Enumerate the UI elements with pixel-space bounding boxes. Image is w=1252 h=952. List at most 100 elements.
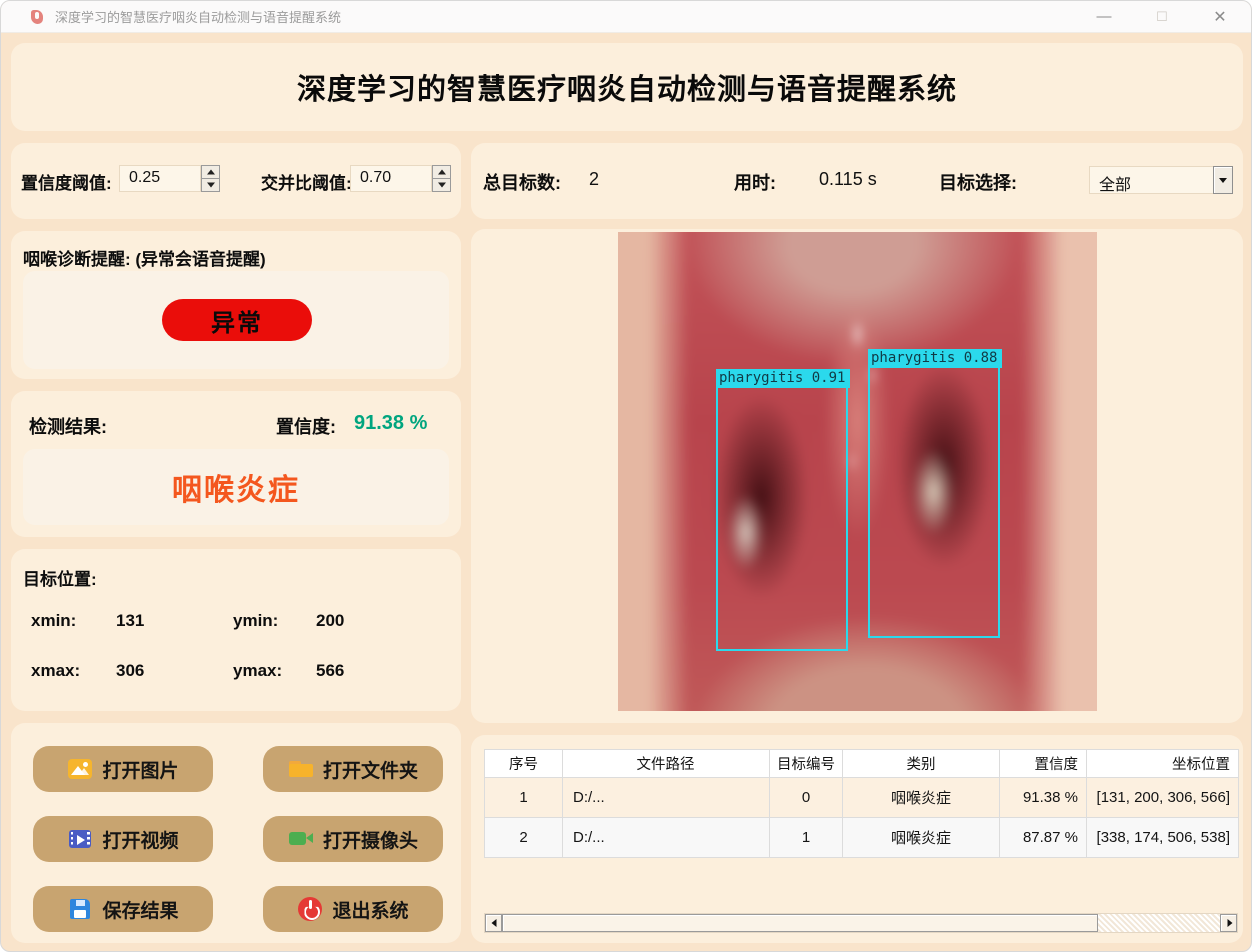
minimize-button[interactable]: — [1075,1,1133,32]
folder-icon [288,756,314,782]
time-label: 用时: [734,173,776,193]
target-select-dropdown[interactable]: 全部 [1089,166,1233,194]
table-cell[interactable]: [338, 174, 506, 538] [1086,817,1239,858]
table-cell[interactable]: 咽喉炎症 [842,817,1000,858]
position-panel: 目标位置: xmin: 131 ymin: 200 xmax: 306 ymax… [11,549,461,711]
scroll-right-icon[interactable] [1220,914,1237,932]
abnormal-status-button[interactable]: 异常 [162,299,312,341]
table-header-cell[interactable]: 类别 [842,749,1000,778]
table-row[interactable]: 2 D:/... 1 咽喉炎症 87.87 % [338, 174, 506, … [484,817,1239,858]
detection-image: pharygitis 0.91 pharygitis 0.88 [618,232,1097,711]
table-panel: 序号 文件路径 目标编号 类别 置信度 坐标位置 1 D:/... 0 咽喉炎症… [471,735,1243,943]
banner: 深度学习的智慧医疗咽炎自动检测与语音提醒系统 [11,43,1243,131]
total-targets-label: 总目标数: [483,173,561,193]
result-label: 检测结果: [29,417,107,437]
save-icon [67,896,93,922]
table-row[interactable]: 1 D:/... 0 咽喉炎症 91.38 % [131, 200, 306, … [484,777,1239,818]
conf-threshold-input[interactable]: 0.25 [119,165,201,192]
ymin-value: 200 [316,611,345,630]
iou-threshold-stepper: 0.70 [350,165,451,192]
diagnosis-panel: 咽喉诊断提醒: (异常会语音提醒) 异常 [11,231,461,379]
result-display-area: 咽喉炎症 [23,449,449,525]
open-camera-button[interactable]: 打开摄像头 [263,816,443,862]
open-image-label: 打开图片 [102,760,179,782]
video-icon [67,826,93,852]
ymax-value: 566 [316,661,345,680]
open-video-label: 打开视频 [102,830,179,852]
xmin-label: xmin: [31,611,77,630]
conf-threshold-up-icon[interactable] [201,165,220,179]
confidence-label: 置信度: [276,417,336,437]
camera-icon [288,826,314,852]
xmin-value: 131 [116,611,145,630]
chevron-down-icon[interactable] [1213,166,1233,194]
image-icon [67,756,93,782]
image-panel: pharygitis 0.91 pharygitis 0.88 [471,229,1243,723]
table-header-cell[interactable]: 目标编号 [769,749,843,778]
table-header-cell[interactable]: 序号 [484,749,563,778]
table-header-cell[interactable]: 文件路径 [562,749,770,778]
iou-threshold-input[interactable]: 0.70 [350,165,432,192]
xmax-value: 306 [116,661,145,680]
table-cell[interactable]: 咽喉炎症 [842,777,1000,818]
table-cell[interactable]: 91.38 % [999,777,1087,818]
diagnosis-section-label: 咽喉诊断提醒: (异常会语音提醒) [23,250,266,269]
power-icon [297,896,323,922]
position-section-label: 目标位置: [23,570,97,589]
table-header-row: 序号 文件路径 目标编号 类别 置信度 坐标位置 [484,749,1239,778]
ymax-label: ymax: [233,661,283,680]
horizontal-scrollbar[interactable] [484,913,1238,933]
detection-label: pharygitis 0.88 [868,348,1003,368]
ymin-label: ymin: [233,611,279,630]
open-video-button[interactable]: 打开视频 [33,816,213,862]
save-results-button[interactable]: 保存结果 [33,886,213,932]
target-select-label: 目标选择: [939,173,1017,193]
detection-box: pharygitis 0.91 [716,368,851,651]
conf-threshold-label: 置信度阈值: [21,174,112,193]
table-header-cell[interactable]: 坐标位置 [1086,749,1239,778]
table-cell[interactable]: 1 [769,817,843,858]
conf-threshold-down-icon[interactable] [201,179,220,192]
time-value: 0.115 s [819,169,877,189]
conf-threshold-stepper: 0.25 [119,165,220,192]
table-cell[interactable]: [131, 200, 306, 566] [1086,777,1239,818]
exit-system-label: 退出系统 [332,900,409,922]
app-window: 深度学习的智慧医疗咽炎自动检测与语音提醒系统 — ☐ ✕ 深度学习的智慧医疗咽炎… [0,0,1252,952]
exit-system-button[interactable]: 退出系统 [263,886,443,932]
table-cell[interactable]: D:/... [562,817,770,858]
result-panel: 检测结果: 置信度: 91.38 % 咽喉炎症 [11,391,461,537]
thresholds-panel: 置信度阈值: 0.25 交并比阈值: 0.70 [11,143,461,219]
open-folder-button[interactable]: 打开文件夹 [263,746,443,792]
disease-result: 咽喉炎症 [172,474,300,507]
table-header-cell[interactable]: 置信度 [999,749,1087,778]
iou-threshold-down-icon[interactable] [432,179,451,192]
close-button[interactable]: ✕ [1191,1,1249,32]
open-image-button[interactable]: 打开图片 [33,746,213,792]
diagnosis-status-area: 异常 [23,271,449,369]
app-icon [29,9,45,25]
iou-threshold-label: 交并比阈值: [261,174,352,193]
total-targets-value: 2 [589,169,600,189]
page-title: 深度学习的智慧医疗咽炎自动检测与语音提醒系统 [296,74,957,106]
confidence-value: 91.38 % [354,412,428,434]
window-title: 深度学习的智慧医疗咽炎自动检测与语音提醒系统 [55,10,342,25]
info-panel: 总目标数: 2 用时: 0.115 s 目标选择: 全部 [471,143,1243,219]
results-table: 序号 文件路径 目标编号 类别 置信度 坐标位置 1 D:/... 0 咽喉炎症… [484,749,1239,858]
target-select-value: 全部 [1089,166,1213,194]
save-results-label: 保存结果 [102,900,179,922]
iou-threshold-up-icon[interactable] [432,165,451,179]
maximize-button[interactable]: ☐ [1133,1,1191,32]
scrollbar-track[interactable] [1098,914,1220,932]
open-camera-label: 打开摄像头 [322,830,418,852]
detection-box: pharygitis 0.88 [868,348,1003,638]
xmax-label: xmax: [31,661,81,680]
table-cell[interactable]: 2 [484,817,563,858]
table-cell[interactable]: 87.87 % [999,817,1087,858]
table-cell[interactable]: D:/... [562,777,770,818]
scroll-left-icon[interactable] [485,914,502,932]
table-cell[interactable]: 1 [484,777,563,818]
table-cell[interactable]: 0 [769,777,843,818]
window-controls: — ☐ ✕ [1075,1,1251,32]
scrollbar-thumb[interactable] [502,914,1098,932]
window-titlebar: 深度学习的智慧医疗咽炎自动检测与语音提醒系统 — ☐ ✕ [1,1,1251,33]
